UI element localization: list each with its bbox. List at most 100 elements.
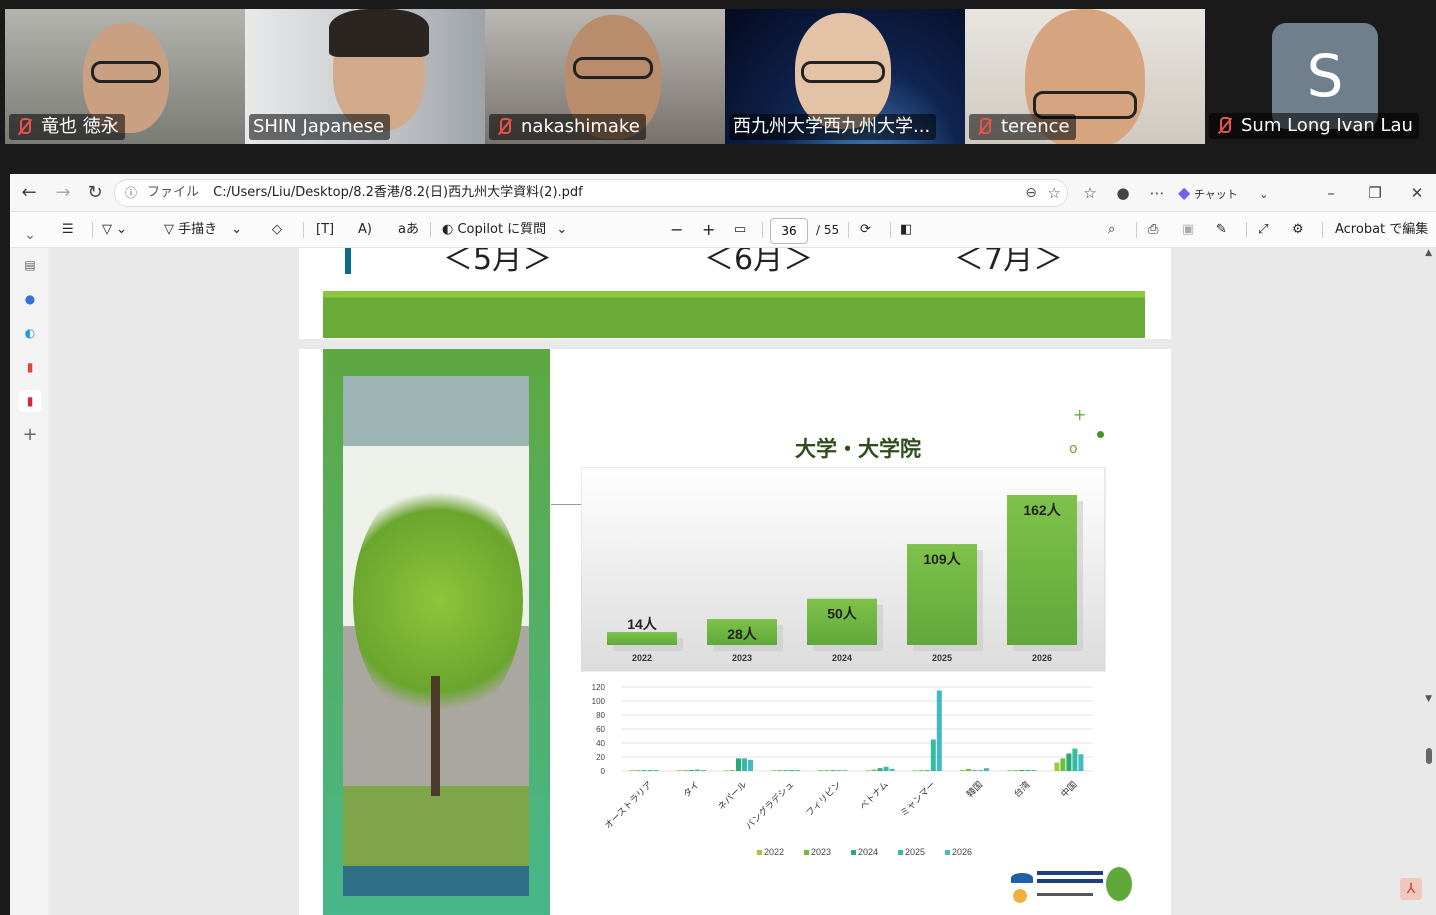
x-tick-label: 中国 (1058, 779, 1079, 800)
scroll-down-icon[interactable]: ▼ (1425, 694, 1432, 704)
zoom-out-button[interactable]: − (670, 217, 683, 243)
sidebar-pdf-icon[interactable]: ▮ (19, 356, 41, 378)
pdf-page-current: 大学・大学院 + o 14人 2022 28人 2023 50人 2024 109人 2025… (299, 349, 1171, 915)
fullscreen-icon[interactable]: ⤢ (1258, 217, 1268, 243)
x-tick-label: 2022 (632, 653, 652, 663)
bar (783, 770, 789, 771)
forward-icon[interactable]: → (50, 180, 76, 206)
decor-dot (1097, 431, 1104, 438)
bar (730, 770, 735, 771)
sidebar-pdf-active-icon[interactable]: ▮ (19, 390, 41, 412)
minimize-icon[interactable]: – (1318, 180, 1344, 206)
copilot-ask-button[interactable]: ◐ Copilot に質問 ⌄ (442, 217, 567, 243)
month-label: ＜6月＞ (704, 248, 814, 277)
legend-label: 2024 (858, 847, 878, 857)
highlight-icon[interactable]: ▽ ⌄ (102, 217, 127, 243)
copilot-chat-button[interactable]: ◆ チャット ⌄ (1178, 180, 1268, 206)
x-tick-label: 2023 (732, 653, 752, 663)
divider (848, 222, 849, 238)
more-icon[interactable]: ⋯ (1144, 180, 1170, 206)
x-tick-label: 台湾 (1011, 779, 1032, 800)
legend-swatch (898, 850, 903, 855)
participant-tile[interactable]: terence (965, 9, 1205, 144)
month-label: ＜7月＞ (954, 248, 1064, 277)
x-tick-label: 2026 (1032, 653, 1052, 663)
draw-button[interactable]: ▽ 手描き ⌄ (164, 217, 242, 243)
profile-icon[interactable]: ● (1110, 180, 1136, 206)
bar (777, 770, 783, 771)
print-icon[interactable]: ⎙ (1148, 217, 1158, 243)
y-tick-label: 100 (592, 697, 606, 706)
bar (688, 770, 694, 771)
scroll-up-icon[interactable]: ▲ (1425, 248, 1432, 258)
y-tick-label: 40 (596, 739, 605, 748)
chevron-down-icon: ⌄ (231, 222, 243, 237)
divider (92, 222, 93, 238)
favorite-star-icon[interactable]: ☆ (1048, 180, 1061, 206)
acrobat-icon[interactable]: ⅄ (1400, 878, 1422, 900)
favorites-icon[interactable]: ☆ (1077, 180, 1103, 206)
bar (1078, 754, 1084, 771)
url-field[interactable]: ⓘ ファイル C:/Users/Liu/Desktop/8.2香港/8.2(日)… (114, 179, 1068, 207)
zoom-out-icon[interactable]: ⊖ (1025, 180, 1037, 206)
translate-icon[interactable]: aあ (398, 217, 419, 243)
participant-tile-active[interactable]: 西九州大学西九州大学... (725, 9, 965, 144)
browser-window: ← → ↻ ⓘ ファイル C:/Users/Liu/Desktop/8.2香港/… (10, 174, 1436, 915)
bar (694, 769, 700, 771)
green-band (323, 291, 1145, 338)
participant-tile[interactable]: nakashimake (485, 9, 725, 144)
x-tick-label: 2025 (932, 653, 952, 663)
page-number-input[interactable]: 36 (770, 218, 808, 244)
sidebar-zoom-icon[interactable]: ● (19, 288, 41, 310)
chevron-down-icon: ⌄ (556, 222, 568, 237)
data-label: 50人 (827, 606, 858, 622)
settings-gear-icon[interactable]: ⚙ (1292, 217, 1304, 243)
sidebar-app-icon[interactable]: ▤ (19, 254, 41, 276)
add-icon[interactable]: + (19, 424, 41, 446)
zoom-in-button[interactable]: + (702, 217, 715, 243)
bar (818, 770, 824, 771)
close-icon[interactable]: ✕ (1404, 180, 1430, 206)
search-icon[interactable]: ⌕ (1108, 217, 1115, 243)
bar (1072, 748, 1078, 771)
info-icon[interactable]: ⓘ (125, 180, 137, 206)
chevron-down-icon[interactable]: ⌄ (19, 224, 41, 246)
legend-label: 2025 (905, 847, 925, 857)
legend-swatch (804, 850, 809, 855)
scrollbar-thumb[interactable] (1426, 748, 1432, 764)
bar (865, 770, 871, 771)
bar (607, 632, 677, 645)
read-aloud-icon[interactable]: A) (358, 217, 372, 243)
refresh-icon[interactable]: ↻ (82, 180, 108, 206)
bar (700, 770, 706, 771)
rotate-icon[interactable]: ⟳ (860, 217, 871, 243)
edge-sidebar: ⌄ ▤ ● ◐ ▮ ▮ + (10, 227, 50, 915)
x-tick-label: バングラデシュ (743, 779, 796, 832)
participant-name-tag: SHIN Japanese (249, 114, 391, 140)
acrobat-edit-button[interactable]: Acrobat で編集 (1335, 217, 1428, 243)
maximize-icon[interactable]: ❐ (1362, 180, 1388, 206)
y-tick-label: 60 (596, 725, 605, 734)
fit-page-icon[interactable]: ▭ (734, 217, 746, 243)
save-as-icon[interactable]: ✎ (1216, 217, 1227, 243)
month-label: ＜5月＞ (443, 248, 553, 277)
save-icon[interactable]: ▣ (1182, 217, 1194, 243)
page-total: / 55 (816, 223, 840, 237)
participant-tile[interactable]: 竜也 徳永 (5, 9, 245, 144)
bar (960, 770, 965, 771)
participant-tile[interactable]: SHIN Japanese (245, 9, 485, 144)
pdf-viewer[interactable]: ＜5月＞ ＜6月＞ ＜7月＞ 大学・大学院 + o 14人 2022 28人 2023… (51, 248, 1436, 915)
glasses-icon (573, 57, 653, 79)
x-tick-label: 韓国 (965, 779, 986, 800)
bar (930, 739, 936, 771)
sidebar-edge-icon[interactable]: ◐ (19, 322, 41, 344)
back-icon[interactable]: ← (16, 180, 42, 206)
text-box-icon[interactable]: [T] (316, 217, 334, 243)
page-view-icon[interactable]: ◧ (900, 217, 912, 243)
mic-muted-icon (973, 116, 995, 138)
bar (736, 758, 741, 771)
contents-icon[interactable]: ☰ (62, 217, 74, 243)
eraser-icon[interactable]: ◇ (272, 217, 282, 243)
bar (978, 770, 983, 771)
x-tick-label: タイ (681, 779, 702, 800)
